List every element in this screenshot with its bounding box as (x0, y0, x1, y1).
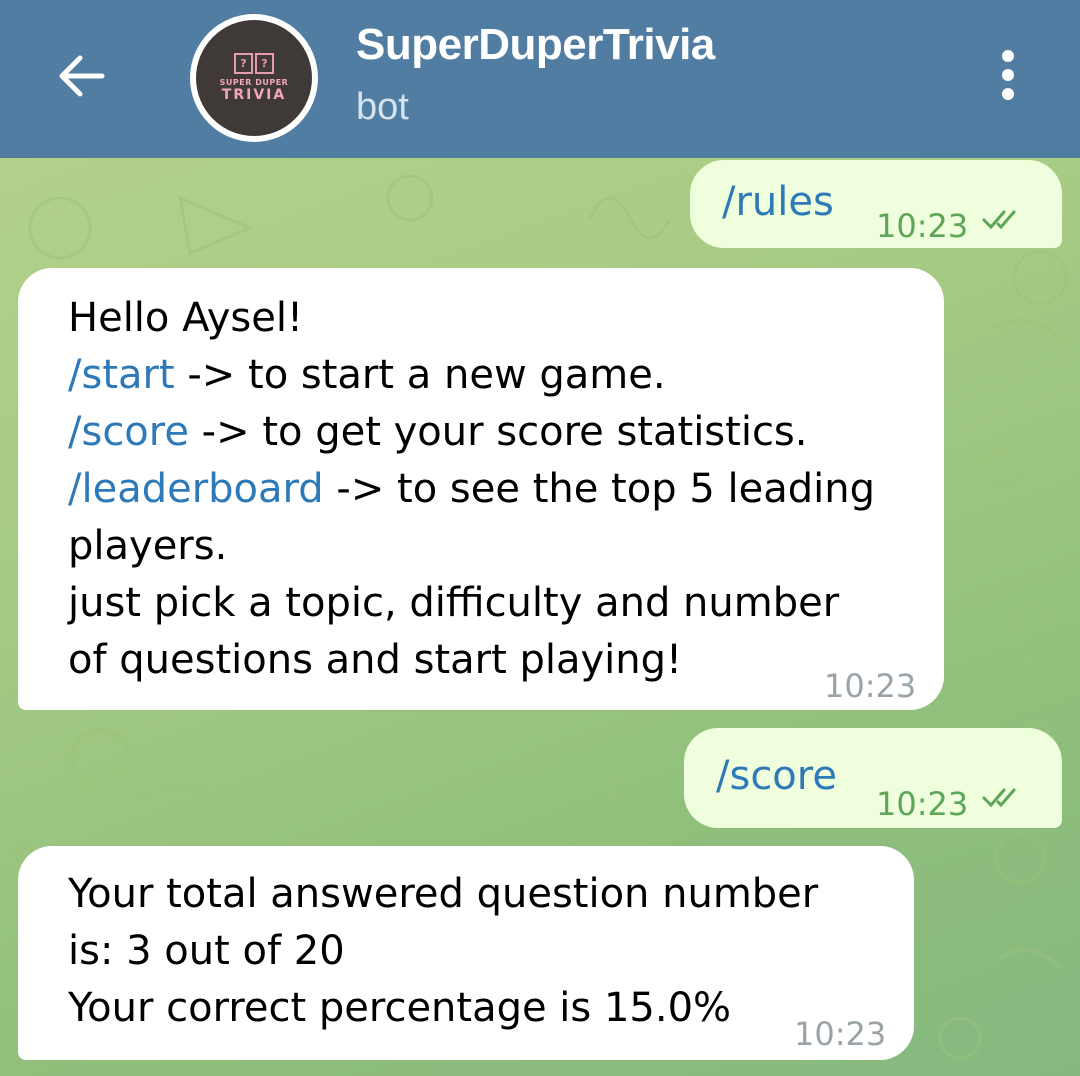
avatar-logo: ? ? SUPER DUPER TRIVIA (196, 20, 312, 136)
text-line: just pick a topic, difficulty and number (68, 580, 840, 626)
outgoing-message[interactable]: /score 10:23 (684, 728, 1062, 828)
avatar-logo-top: SUPER DUPER (219, 78, 289, 87)
incoming-message[interactable]: Your total answered question number is: … (18, 846, 914, 1060)
message-body: Your total answered question number is: … (68, 866, 818, 1037)
leaderboard-command-link[interactable]: /leaderboard (68, 466, 324, 512)
double-check-icon (982, 210, 1016, 230)
message-time: 10:23 (876, 785, 969, 823)
more-options-button[interactable] (994, 50, 1022, 106)
bot-avatar[interactable]: ? ? SUPER DUPER TRIVIA (190, 14, 318, 142)
incoming-message[interactable]: Hello Aysel! /start -> to start a new ga… (18, 268, 944, 710)
message-time: 10:23 (794, 1015, 887, 1053)
command-line-score: /score -> to get your score statistics. (68, 404, 875, 461)
message-body: Hello Aysel! /start -> to start a new ga… (68, 290, 875, 689)
text-line: of questions and start playing! (68, 637, 683, 683)
chat-header: ? ? SUPER DUPER TRIVIA SuperDuperTrivia … (0, 0, 1080, 158)
text-line: is: 3 out of 20 (68, 928, 345, 974)
score-command-link[interactable]: /score (68, 409, 189, 455)
command-description: -> to get your score statistics. (188, 409, 808, 455)
chat-title[interactable]: SuperDuperTrivia (356, 20, 715, 70)
dice-icon: ? ? (234, 53, 274, 74)
menu-dot (1002, 88, 1014, 100)
message-time: 10:23 (824, 667, 917, 705)
text-line: Your correct percentage is 15.0% (68, 985, 732, 1031)
text-line: players. (68, 523, 228, 569)
command-line-start: /start -> to start a new game. (68, 347, 875, 404)
command-line-leaderboard: /leaderboard -> to see the top 5 leading (68, 461, 875, 518)
message-text[interactable]: /rules (722, 174, 834, 231)
menu-dot (1002, 50, 1014, 62)
command-description: -> to start a new game. (174, 352, 666, 398)
outgoing-message[interactable]: /rules 10:23 (690, 160, 1062, 248)
back-button[interactable] (52, 46, 112, 106)
start-command-link[interactable]: /start (68, 352, 175, 398)
menu-dot (1002, 69, 1014, 81)
text-line: Your total answered question number (68, 871, 819, 917)
command-description: -> to see the top 5 leading (323, 466, 875, 512)
message-text[interactable]: /score (716, 748, 837, 805)
chat-subtitle: bot (356, 86, 409, 128)
avatar-logo-main: TRIVIA (221, 87, 287, 103)
arrow-left-icon (59, 55, 105, 97)
greeting-line: Hello Aysel! (68, 295, 304, 341)
die-left: ? (234, 53, 253, 74)
message-time: 10:23 (876, 207, 969, 245)
double-check-icon (982, 788, 1016, 808)
die-right: ? (255, 53, 274, 74)
